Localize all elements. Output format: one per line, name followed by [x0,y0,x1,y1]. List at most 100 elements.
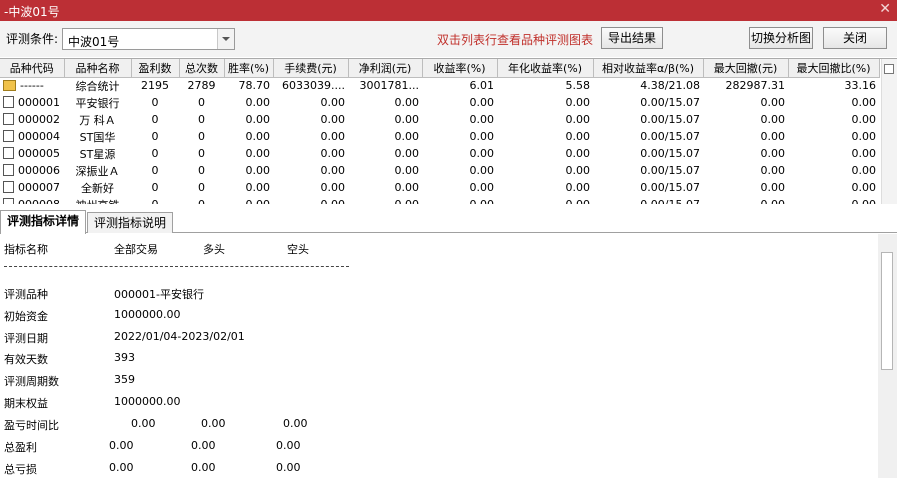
table-cell: 0.00 [273,196,348,204]
detail-value: 359 [114,373,135,386]
table-cell: 0.00 [703,111,788,128]
table-cell: 0.00 [273,128,348,145]
chevron-down-icon[interactable] [217,29,234,49]
condition-select[interactable]: 中波01号 [62,28,235,50]
cell-text: 0 [198,113,205,126]
cell-text: 0 [151,130,159,143]
cell-text: 0.00 [320,164,346,177]
cell-text: 综合统计 [75,79,120,93]
close-icon[interactable]: ✕ [879,1,891,17]
cell-text: 000004 [18,130,60,143]
cell-text: 0.00 [395,198,420,204]
cell-text: 0.00 [320,147,346,160]
window-title: -中波01号 [4,5,60,19]
export-button[interactable]: 导出结果 [601,27,663,49]
detail-value: 0.00 [201,417,226,430]
detail-header-short: 空头 [287,243,309,256]
table-cell: 0.00 [497,111,593,128]
table-row[interactable]: 000007 全新好 0 0 0.00 0.00 0.00 0.00 0.00 0.00/15.0… [0,179,879,196]
cell-text: 0.00 [760,96,786,109]
cell-text: 0.00/15.07 [640,147,700,160]
detail-tabs: 评测指标详情 评测指标说明 [0,210,897,234]
cell-text: 0.00 [469,113,495,126]
table-cell: 000006 [0,162,64,179]
close-button[interactable]: 关闭 [823,27,887,49]
table-cell: ------ [0,77,64,94]
document-icon [3,96,14,108]
detail-value: 1000000.00 [114,395,181,408]
column-header[interactable]: 总次数 [179,59,225,78]
document-icon [3,130,14,142]
tab-explain[interactable]: 评测指标说明 [87,212,174,233]
table-cell: 0 [179,128,224,145]
cell-text: 0.00 [851,164,877,177]
table-cell: 5.58 [497,77,593,94]
folder-icon [3,80,16,92]
cell-text: 0.00 [245,164,271,177]
cell-text: 6.01 [469,79,495,93]
table-cell: 0.00 [703,162,788,179]
table-row[interactable]: 000006 深振业Ａ 0 0 0.00 0.00 0.00 0.00 0.00 0.00/15.… [0,162,879,179]
detail-value: 0.00 [276,439,301,452]
cell-text: 000001 [18,96,60,109]
column-header[interactable]: 收益率(%) [422,59,498,78]
detail-scrollbar[interactable] [878,234,897,478]
table-row[interactable]: 000002 万 科Ａ 0 0 0.00 0.00 0.00 0.00 0.00 0.00/15.… [0,111,879,128]
table-cell: 0.00 [788,94,879,111]
column-header[interactable]: 品种名称 [64,59,132,78]
table-cell: 综合统计 [64,77,131,94]
detail-label: 总亏损 [4,463,37,476]
table-cell: 0 [179,179,224,196]
document-icon [3,164,14,176]
condition-value: 中波01号 [68,35,120,49]
table-cell: 2789 [179,77,224,94]
column-header[interactable]: 相对收益率α/β(%) [593,59,704,78]
column-header[interactable]: 年化收益率(%) [497,59,594,78]
scrollbar-thumb[interactable] [881,252,893,370]
column-toggle-checkbox[interactable] [884,64,894,74]
column-header[interactable]: 盈利数 [131,59,180,78]
cell-text: 0 [198,181,205,194]
table-row[interactable]: ------ 综合统计 2195 2789 78.70 6033039.... 300178… [0,77,879,94]
cell-text: 0.00 [566,198,591,204]
detail-label: 有效天数 [4,353,48,366]
cell-text: 282987.31 [725,79,786,93]
column-header[interactable]: 品种代码 [0,59,65,78]
cell-text: 0 [198,147,205,160]
cell-text: 0.00 [565,96,591,109]
cell-text: 0.00 [394,164,420,177]
column-header[interactable]: 最大回撤比(%) [788,59,880,78]
column-header[interactable]: 手续费(元) [273,59,349,78]
table-cell: 0 [131,145,179,162]
detail-value: 000001-平安银行 [114,288,204,301]
table-cell: 000007 [0,179,64,196]
table-row[interactable]: 000001 平安银行 0 0 0.00 0.00 0.00 0.00 0.00 0.00/15.… [0,94,879,111]
table-scrollbar[interactable] [881,59,897,204]
column-header[interactable]: 胜率(%) [224,59,274,78]
cell-text: 0.00 [565,164,591,177]
detail-label: 初始资金 [4,310,48,323]
detail-value: 0.00 [191,461,216,474]
title-bar: -中波01号 ✕ [0,0,897,21]
table-row[interactable]: 000005 ST星源 0 0 0.00 0.00 0.00 0.00 0.00 0.00/15.… [0,145,879,162]
cell-text: 2195 [141,79,169,93]
column-header[interactable]: 净利润(元) [348,59,423,78]
table-cell: 33.16 [788,77,879,94]
cell-text: 0.00 [470,198,495,204]
detail-label: 评测日期 [4,332,48,345]
detail-label: 盈亏时间比 [4,419,59,432]
table-row[interactable]: 000004 ST国华 0 0 0.00 0.00 0.00 0.00 0.00 0.00/15.… [0,128,879,145]
cell-text: 0 [151,181,159,194]
tab-details[interactable]: 评测指标详情 [0,210,87,234]
condition-label: 评测条件: [6,32,59,46]
table-cell: 神州高铁 [64,196,131,205]
table-cell: 282987.31 [703,77,788,94]
column-header[interactable]: 最大回撤(元) [703,59,789,78]
cell-text: 0.00 [851,113,877,126]
switch-chart-button[interactable]: 切换分析图 [749,27,813,49]
cell-text: 0.00 [565,181,591,194]
table-cell: 0.00 [422,128,497,145]
table-cell: 4.38/21.08 [593,77,703,94]
table-row[interactable]: 000008 神州高铁 0 0 0.00 0.00 0.00 0.00 0.00 0.00/15.… [0,196,879,204]
table-cell: 0.00 [273,145,348,162]
